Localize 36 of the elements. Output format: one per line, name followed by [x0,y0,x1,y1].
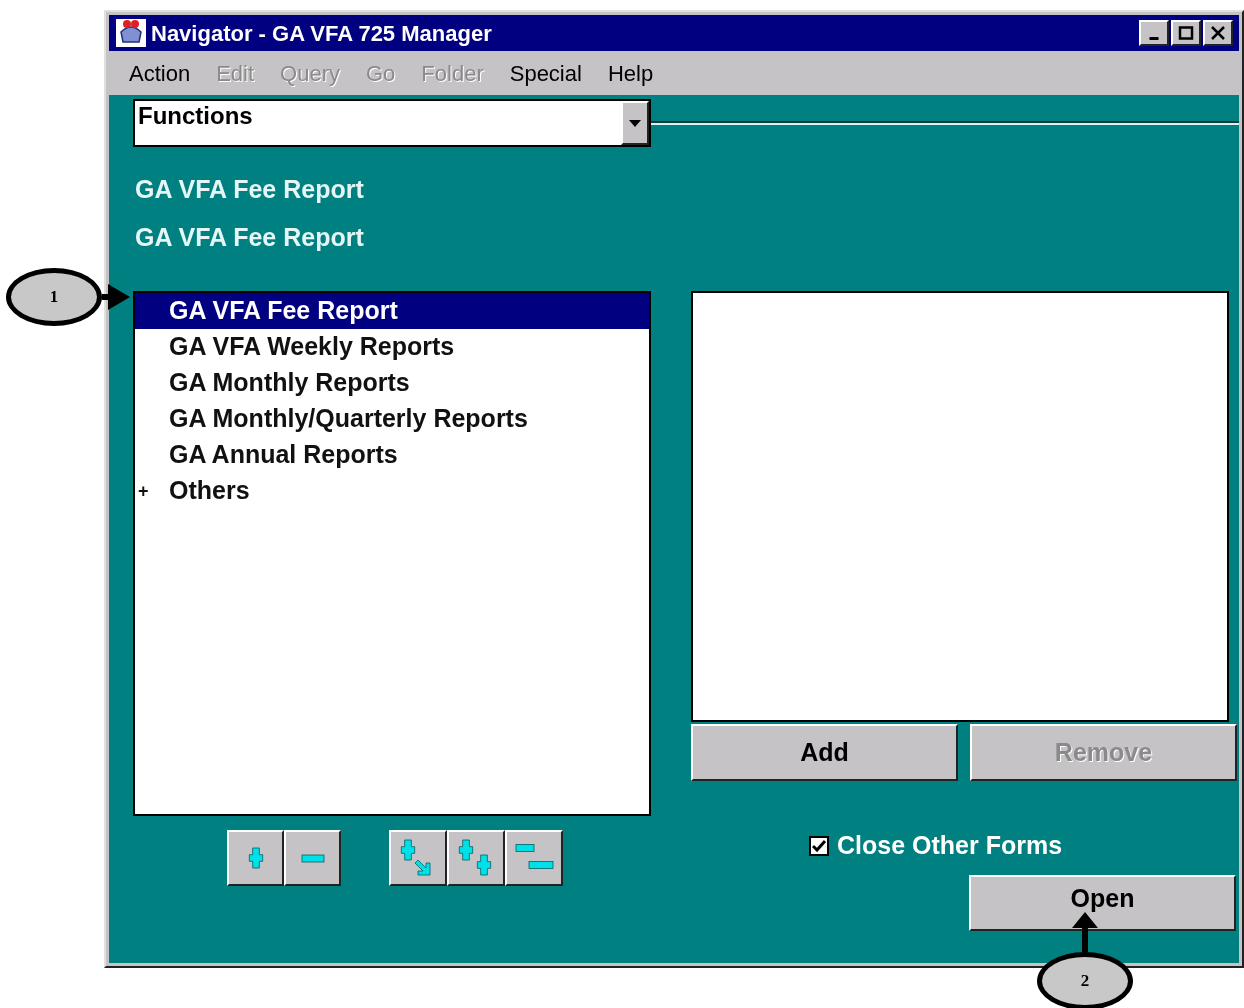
arrow-icon [102,284,130,310]
close-icon [1210,26,1226,40]
menu-item[interactable]: Special [509,56,582,90]
minimize-button[interactable] [1139,20,1169,46]
callout-bubble: 2 [1037,952,1133,1008]
tree-button[interactable] [447,830,505,886]
tree-item[interactable]: GA Monthly/Quarterly Reports [135,401,649,437]
report-heading: GA VFA Fee Report [135,223,365,251]
maximize-button[interactable] [1171,20,1201,46]
tree-button[interactable] [389,830,447,886]
tree-button[interactable] [505,830,563,886]
tree-item[interactable]: GA Annual Reports [135,437,649,473]
check-icon [812,839,826,852]
checkbox-label: Close Other Forms [837,830,1063,861]
maximize-icon [1178,26,1194,40]
app-icon [115,18,147,48]
minimize-icon [1149,36,1159,40]
report-heading: GA VFA Fee Report [135,175,365,203]
tree-item[interactable]: GA VFA Weekly Reports [135,329,649,365]
menu-item[interactable]: Action [129,56,191,90]
functions-dropdown[interactable]: Functions [133,99,651,147]
tree-item[interactable]: GA VFA Fee Report [135,293,649,329]
tree-button[interactable] [227,830,284,886]
minus-icon [300,853,325,863]
caret-icon [629,119,641,127]
tree-item[interactable]: + Others [135,473,649,509]
window-title: Navigator - GA VFA 725 Manager [151,19,492,48]
close-button[interactable] [1203,20,1233,46]
menu-item[interactable]: Help [607,56,654,90]
open-button[interactable]: Open [969,874,1236,931]
callout-bubble: 1 [6,268,102,326]
arrow-icon [1072,912,1098,952]
add-button[interactable]: Add [691,724,958,781]
checkbox[interactable] [809,835,829,856]
tree-item[interactable]: GA Monthly Reports [135,365,649,401]
tree-button[interactable] [284,830,341,886]
